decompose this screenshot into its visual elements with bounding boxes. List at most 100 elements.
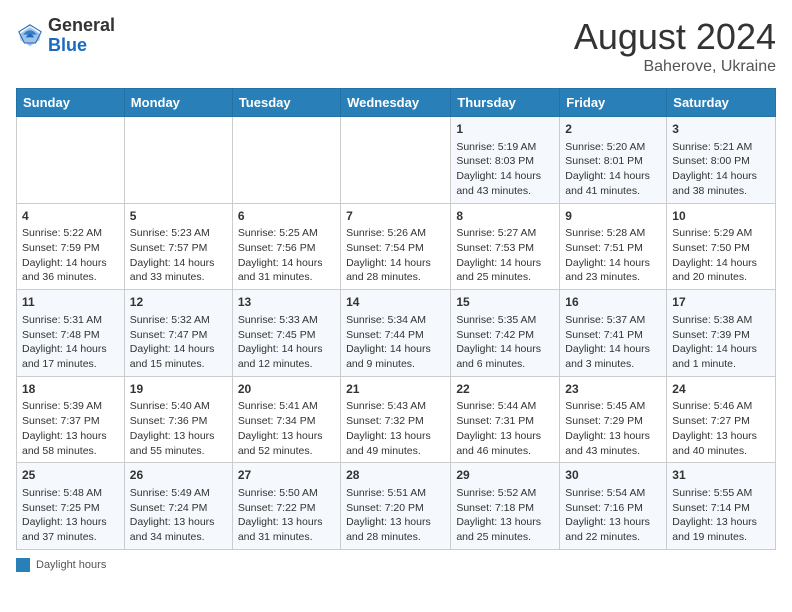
calendar-cell: 5 Sunrise: 5:23 AM Sunset: 7:57 PM Dayli… xyxy=(124,203,232,290)
calendar-cell: 8 Sunrise: 5:27 AM Sunset: 7:53 PM Dayli… xyxy=(451,203,560,290)
daylight: Daylight: 13 hours and 22 minutes. xyxy=(565,516,650,543)
sunrise: Sunrise: 5:23 AM xyxy=(130,227,210,239)
page-header: General Blue August 2024 Baherove, Ukrai… xyxy=(16,16,776,76)
calendar-cell: 30 Sunrise: 5:54 AM Sunset: 7:16 PM Dayl… xyxy=(560,463,667,550)
logo-text: General Blue xyxy=(48,16,115,56)
daylight: Daylight: 14 hours and 43 minutes. xyxy=(456,170,541,197)
sunrise: Sunrise: 5:48 AM xyxy=(22,487,102,499)
daylight: Daylight: 13 hours and 28 minutes. xyxy=(346,516,431,543)
calendar-cell: 22 Sunrise: 5:44 AM Sunset: 7:31 PM Dayl… xyxy=(451,376,560,463)
calendar-cell: 2 Sunrise: 5:20 AM Sunset: 8:01 PM Dayli… xyxy=(560,117,667,204)
daylight: Daylight: 13 hours and 34 minutes. xyxy=(130,516,215,543)
day-number: 29 xyxy=(456,467,554,484)
daylight: Daylight: 14 hours and 33 minutes. xyxy=(130,257,215,284)
day-number: 15 xyxy=(456,294,554,311)
sunset: Sunset: 7:20 PM xyxy=(346,502,424,514)
sunrise: Sunrise: 5:20 AM xyxy=(565,141,645,153)
calendar-cell: 19 Sunrise: 5:40 AM Sunset: 7:36 PM Dayl… xyxy=(124,376,232,463)
calendar-cell: 29 Sunrise: 5:52 AM Sunset: 7:18 PM Dayl… xyxy=(451,463,560,550)
calendar-cell: 11 Sunrise: 5:31 AM Sunset: 7:48 PM Dayl… xyxy=(17,290,125,377)
sunrise: Sunrise: 5:35 AM xyxy=(456,314,536,326)
day-number: 3 xyxy=(672,121,770,138)
sunrise: Sunrise: 5:46 AM xyxy=(672,400,752,412)
calendar-cell xyxy=(341,117,451,204)
legend-color-box xyxy=(16,558,30,572)
daylight: Daylight: 14 hours and 25 minutes. xyxy=(456,257,541,284)
day-number: 31 xyxy=(672,467,770,484)
sunset: Sunset: 7:51 PM xyxy=(565,242,643,254)
calendar-cell: 17 Sunrise: 5:38 AM Sunset: 7:39 PM Dayl… xyxy=(667,290,776,377)
sunrise: Sunrise: 5:33 AM xyxy=(238,314,318,326)
sunset: Sunset: 7:37 PM xyxy=(22,415,100,427)
sunset: Sunset: 7:29 PM xyxy=(565,415,643,427)
day-number: 28 xyxy=(346,467,445,484)
col-header-thursday: Thursday xyxy=(451,89,560,117)
col-header-sunday: Sunday xyxy=(17,89,125,117)
daylight: Daylight: 14 hours and 23 minutes. xyxy=(565,257,650,284)
daylight: Daylight: 14 hours and 28 minutes. xyxy=(346,257,431,284)
calendar-week-3: 11 Sunrise: 5:31 AM Sunset: 7:48 PM Dayl… xyxy=(17,290,776,377)
sunrise: Sunrise: 5:26 AM xyxy=(346,227,426,239)
sunrise: Sunrise: 5:37 AM xyxy=(565,314,645,326)
day-number: 16 xyxy=(565,294,661,311)
day-number: 22 xyxy=(456,381,554,398)
daylight: Daylight: 14 hours and 36 minutes. xyxy=(22,257,107,284)
day-number: 18 xyxy=(22,381,119,398)
calendar-cell: 21 Sunrise: 5:43 AM Sunset: 7:32 PM Dayl… xyxy=(341,376,451,463)
sunset: Sunset: 7:53 PM xyxy=(456,242,534,254)
daylight: Daylight: 13 hours and 40 minutes. xyxy=(672,430,757,457)
daylight: Daylight: 14 hours and 3 minutes. xyxy=(565,343,650,370)
day-number: 14 xyxy=(346,294,445,311)
day-number: 13 xyxy=(238,294,335,311)
day-number: 11 xyxy=(22,294,119,311)
day-number: 2 xyxy=(565,121,661,138)
calendar-cell: 13 Sunrise: 5:33 AM Sunset: 7:45 PM Dayl… xyxy=(232,290,340,377)
calendar-cell: 16 Sunrise: 5:37 AM Sunset: 7:41 PM Dayl… xyxy=(560,290,667,377)
sunrise: Sunrise: 5:25 AM xyxy=(238,227,318,239)
sunset: Sunset: 7:22 PM xyxy=(238,502,316,514)
title-block: August 2024 Baherove, Ukraine xyxy=(574,16,776,76)
sunset: Sunset: 7:18 PM xyxy=(456,502,534,514)
daylight: Daylight: 13 hours and 43 minutes. xyxy=(565,430,650,457)
sunset: Sunset: 7:57 PM xyxy=(130,242,208,254)
daylight: Daylight: 13 hours and 31 minutes. xyxy=(238,516,323,543)
sunset: Sunset: 8:01 PM xyxy=(565,155,643,167)
daylight: Daylight: 13 hours and 52 minutes. xyxy=(238,430,323,457)
daylight: Daylight: 13 hours and 49 minutes. xyxy=(346,430,431,457)
sunrise: Sunrise: 5:50 AM xyxy=(238,487,318,499)
calendar-cell: 10 Sunrise: 5:29 AM Sunset: 7:50 PM Dayl… xyxy=(667,203,776,290)
logo: General Blue xyxy=(16,16,115,56)
day-number: 26 xyxy=(130,467,227,484)
calendar-cell: 25 Sunrise: 5:48 AM Sunset: 7:25 PM Dayl… xyxy=(17,463,125,550)
calendar-cell: 18 Sunrise: 5:39 AM Sunset: 7:37 PM Dayl… xyxy=(17,376,125,463)
sunrise: Sunrise: 5:45 AM xyxy=(565,400,645,412)
sunset: Sunset: 7:47 PM xyxy=(130,329,208,341)
sunset: Sunset: 7:45 PM xyxy=(238,329,316,341)
sunrise: Sunrise: 5:54 AM xyxy=(565,487,645,499)
sunrise: Sunrise: 5:19 AM xyxy=(456,141,536,153)
sunset: Sunset: 7:41 PM xyxy=(565,329,643,341)
calendar-cell: 6 Sunrise: 5:25 AM Sunset: 7:56 PM Dayli… xyxy=(232,203,340,290)
legend-label: Daylight hours xyxy=(36,559,106,571)
calendar-week-2: 4 Sunrise: 5:22 AM Sunset: 7:59 PM Dayli… xyxy=(17,203,776,290)
sunrise: Sunrise: 5:49 AM xyxy=(130,487,210,499)
calendar-cell: 28 Sunrise: 5:51 AM Sunset: 7:20 PM Dayl… xyxy=(341,463,451,550)
day-number: 27 xyxy=(238,467,335,484)
sunset: Sunset: 7:39 PM xyxy=(672,329,750,341)
sunrise: Sunrise: 5:38 AM xyxy=(672,314,752,326)
day-number: 17 xyxy=(672,294,770,311)
sunrise: Sunrise: 5:27 AM xyxy=(456,227,536,239)
calendar-cell xyxy=(232,117,340,204)
sunset: Sunset: 7:42 PM xyxy=(456,329,534,341)
col-header-tuesday: Tuesday xyxy=(232,89,340,117)
daylight: Daylight: 14 hours and 17 minutes. xyxy=(22,343,107,370)
calendar-cell: 20 Sunrise: 5:41 AM Sunset: 7:34 PM Dayl… xyxy=(232,376,340,463)
daylight: Daylight: 13 hours and 46 minutes. xyxy=(456,430,541,457)
calendar-header: SundayMondayTuesdayWednesdayThursdayFrid… xyxy=(17,89,776,117)
day-number: 25 xyxy=(22,467,119,484)
sunset: Sunset: 7:50 PM xyxy=(672,242,750,254)
calendar-cell: 27 Sunrise: 5:50 AM Sunset: 7:22 PM Dayl… xyxy=(232,463,340,550)
sunrise: Sunrise: 5:43 AM xyxy=(346,400,426,412)
calendar-cell: 26 Sunrise: 5:49 AM Sunset: 7:24 PM Dayl… xyxy=(124,463,232,550)
calendar-cell: 1 Sunrise: 5:19 AM Sunset: 8:03 PM Dayli… xyxy=(451,117,560,204)
